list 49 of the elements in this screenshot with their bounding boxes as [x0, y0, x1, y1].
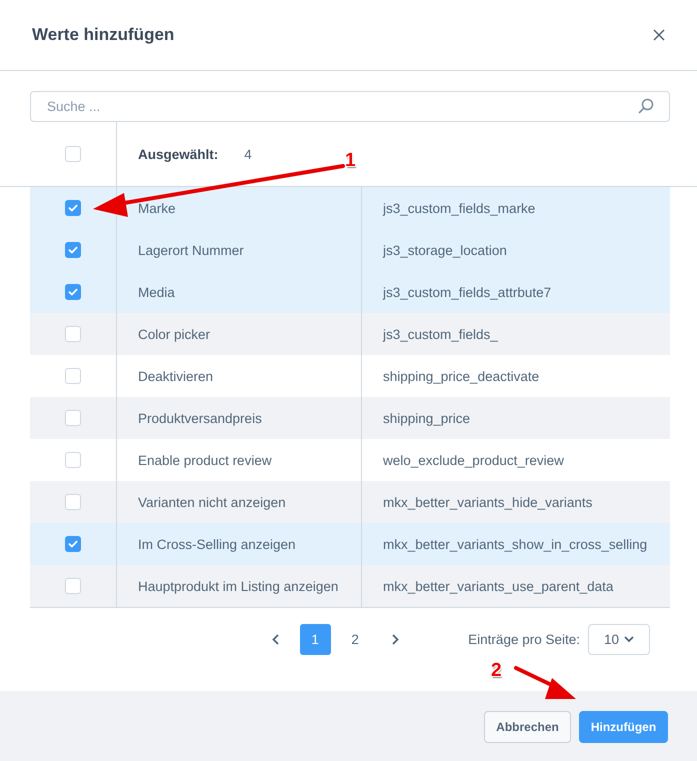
field-label: Enable product review	[137, 452, 272, 468]
checkbox[interactable]	[65, 284, 81, 300]
chevron-down-icon	[624, 636, 634, 643]
technical-name: mkx_better_variants_use_parent_data	[382, 578, 614, 594]
field-label: Lagerort Nummer	[137, 242, 244, 258]
page-button[interactable]: 2	[340, 624, 371, 655]
selected-count: 4	[243, 146, 252, 162]
technical-name: shipping_price	[382, 410, 470, 426]
close-icon[interactable]	[653, 29, 665, 41]
checkbox[interactable]	[65, 410, 81, 426]
annotation-number: 1	[345, 150, 356, 172]
chevron-right-icon	[392, 634, 399, 645]
chevron-left-icon	[272, 634, 279, 645]
search-field[interactable]: Suche ...	[30, 91, 670, 122]
field-label: Media	[137, 284, 175, 300]
dialog-title: Werte hinzufügen	[32, 25, 174, 45]
field-label: Produktversandpreis	[137, 410, 262, 426]
technical-name: js3_custom_fields_attrbute7	[382, 284, 552, 300]
checkbox[interactable]	[65, 200, 81, 216]
annotation-arrow	[514, 666, 576, 699]
checkbox[interactable]	[65, 578, 81, 594]
checkbox[interactable]	[65, 326, 81, 342]
annotation-number: 2	[491, 660, 502, 682]
checkbox[interactable]	[65, 146, 81, 162]
per-page-label: Einträge pro Seite:	[468, 632, 580, 647]
checkbox[interactable]	[65, 452, 81, 468]
technical-name: welo_exclude_product_review	[382, 452, 564, 468]
checkbox[interactable]	[65, 242, 81, 258]
add-button[interactable]: Hinzufügen	[579, 711, 668, 743]
technical-name: shipping_price_deactivate	[382, 368, 540, 384]
cancel-button[interactable]: Abbrechen	[484, 711, 571, 743]
checkbox[interactable]	[65, 494, 81, 510]
page-button[interactable]: 1	[300, 624, 331, 655]
checkbox[interactable]	[65, 536, 81, 552]
technical-name: mkx_better_variants_hide_variants	[382, 494, 592, 510]
checkbox[interactable]	[65, 368, 81, 384]
field-label: Im Cross-Selling anzeigen	[137, 536, 296, 552]
field-label: Color picker	[137, 326, 210, 342]
technical-name: js3_custom_fields_	[382, 326, 498, 342]
technical-name: js3_custom_fields_marke	[382, 200, 536, 216]
field-label: Varianten nicht anzeigen	[137, 494, 286, 510]
per-page-select[interactable]: 10	[588, 624, 650, 655]
search-icon[interactable]	[638, 98, 654, 114]
field-label: Hauptprodukt im Listing anzeigen	[137, 578, 338, 594]
technical-name: mkx_better_variants_show_in_cross_selling	[382, 536, 648, 552]
selected-label: Ausgewählt:	[137, 146, 218, 162]
technical-name: js3_storage_location	[382, 242, 507, 258]
field-label: Marke	[137, 200, 176, 216]
field-label: Deaktivieren	[137, 368, 214, 384]
